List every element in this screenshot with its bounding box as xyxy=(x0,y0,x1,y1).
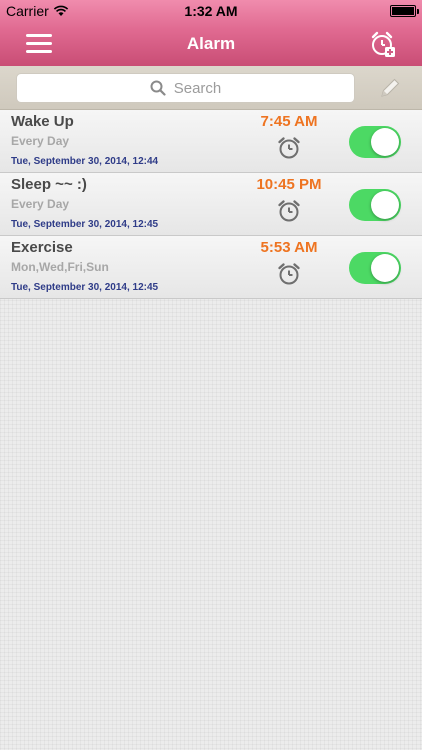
alarm-toggle[interactable] xyxy=(349,189,401,221)
alarm-repeat: Every Day xyxy=(11,197,70,211)
edit-icon[interactable] xyxy=(378,76,402,100)
toggle-knob xyxy=(371,128,399,156)
alarm-repeat: Mon,Wed,Fri,Sun xyxy=(11,260,109,274)
app-header: Carrier 1:32 AM Alarm xyxy=(0,0,422,66)
alarm-created-date: Tue, September 30, 2014, 12:44 xyxy=(11,156,159,167)
alarm-name: Sleep ~~ :) xyxy=(11,176,87,193)
search-placeholder: Search xyxy=(173,79,222,97)
alarm-name: Wake Up xyxy=(11,113,74,130)
alarm-row[interactable]: Sleep ~~ :) Every Day Tue, September 30,… xyxy=(0,173,422,236)
alarm-clock-icon xyxy=(278,200,300,222)
alarm-toggle[interactable] xyxy=(349,252,401,284)
alarm-repeat: Every Day xyxy=(11,134,70,148)
add-alarm-icon[interactable] xyxy=(370,30,396,58)
alarm-time: 10:45 PM xyxy=(256,176,322,193)
alarm-toggle[interactable] xyxy=(349,126,401,158)
status-time: 1:32 AM xyxy=(184,3,238,19)
battery-icon xyxy=(390,5,419,17)
search-input[interactable]: Search xyxy=(16,73,355,103)
search-bar: Search xyxy=(0,66,422,110)
alarm-row[interactable]: Wake Up Every Day Tue, September 30, 201… xyxy=(0,110,422,173)
alarm-clock-icon xyxy=(278,137,300,159)
alarm-time: 5:53 AM xyxy=(260,239,318,256)
alarm-created-date: Tue, September 30, 2014, 12:45 xyxy=(11,219,159,230)
alarm-name: Exercise xyxy=(11,239,73,256)
alarm-clock-icon xyxy=(278,263,300,285)
alarm-row[interactable]: Exercise Mon,Wed,Fri,Sun Tue, September … xyxy=(0,236,422,299)
alarm-time: 7:45 AM xyxy=(260,113,318,130)
alarm-list: Wake Up Every Day Tue, September 30, 201… xyxy=(0,110,422,299)
status-bar: Carrier 1:32 AM xyxy=(0,0,422,22)
toggle-knob xyxy=(371,254,399,282)
navbar: Alarm xyxy=(0,22,422,66)
alarm-created-date: Tue, September 30, 2014, 12:45 xyxy=(11,282,159,293)
toggle-knob xyxy=(371,191,399,219)
search-icon xyxy=(150,80,166,96)
page-title: Alarm xyxy=(186,34,236,53)
